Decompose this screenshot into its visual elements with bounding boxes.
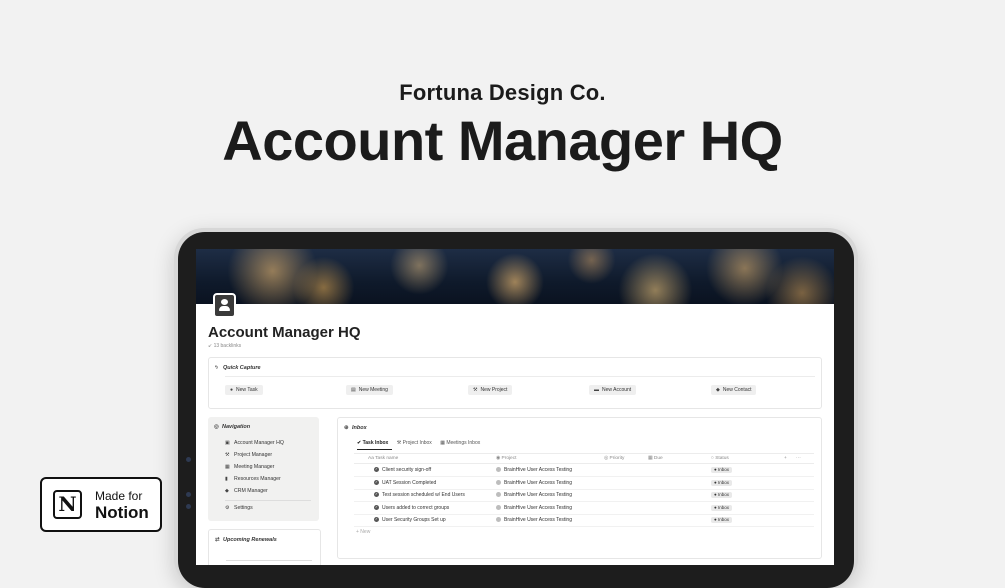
table-row[interactable]: ✓ Test session scheduled w/ End Users Bra… bbox=[354, 489, 814, 502]
camera-dot bbox=[186, 492, 191, 497]
made-for-notion-badge: N Made for Notion bbox=[40, 477, 162, 532]
badge-icon: ▣ bbox=[225, 440, 230, 446]
column-header[interactable]: ◎ Priority bbox=[604, 456, 624, 461]
notion-screen: Account Manager HQ ↙ 13 backlinks ϟ Quick… bbox=[196, 249, 834, 565]
lightning-icon: ϟ bbox=[215, 365, 218, 371]
camera-dot bbox=[186, 457, 191, 462]
new-project-button[interactable]: ⚒ New Project bbox=[468, 385, 513, 395]
add-column-icon[interactable]: + bbox=[784, 456, 787, 461]
column-header[interactable]: Aa Task name bbox=[368, 456, 398, 461]
new-task-button[interactable]: ● New Task bbox=[225, 385, 263, 395]
status-badge: ● Inbox bbox=[711, 492, 732, 498]
status-badge: ● Inbox bbox=[711, 517, 732, 523]
nav-item-settings[interactable]: ⚙ Settings bbox=[225, 505, 253, 511]
status-badge: ● Inbox bbox=[711, 505, 732, 511]
document-icon: ▤ bbox=[351, 387, 356, 393]
active-tab-underline bbox=[357, 449, 392, 450]
briefcase-icon: ▬ bbox=[594, 387, 599, 393]
column-header[interactable]: ○ Status bbox=[711, 456, 729, 461]
navigation-card: ◎ Navigation ▣ Account Manager HQ ⚒ Project… bbox=[208, 417, 319, 521]
page-title: Account Manager HQ bbox=[208, 324, 361, 341]
navigation-heading: ◎ Navigation bbox=[214, 424, 251, 430]
tab-project-inbox[interactable]: ⚒ Project Inbox bbox=[397, 440, 432, 446]
tab-task-inbox[interactable]: ✔ Task Inbox bbox=[357, 440, 388, 446]
divider bbox=[225, 500, 311, 501]
quick-capture-heading: ϟ Quick Capture bbox=[215, 365, 261, 371]
new-contact-button[interactable]: ◆ New Contact bbox=[711, 385, 757, 395]
table-row[interactable]: ✓ Client security sign-off BrainHive User… bbox=[354, 464, 814, 477]
hammer-icon: ⚒ bbox=[473, 387, 478, 393]
column-header[interactable]: ◉ Project bbox=[496, 456, 516, 461]
check-circle-icon: ✓ bbox=[374, 492, 379, 498]
notion-logo-icon: N bbox=[53, 490, 82, 519]
divider bbox=[226, 560, 312, 561]
project-icon bbox=[496, 505, 501, 511]
new-account-button[interactable]: ▬ New Account bbox=[589, 385, 637, 395]
status-badge: ● Inbox bbox=[711, 467, 732, 473]
quick-capture-card: ϟ Quick Capture ● New Task ▤ New Meeting ⚒ N… bbox=[208, 357, 822, 409]
check-circle-icon: ✓ bbox=[374, 480, 379, 486]
made-for-text: Made for bbox=[95, 489, 143, 503]
hero-subtitle: Fortuna Design Co. bbox=[399, 80, 606, 105]
page-avatar-icon[interactable] bbox=[213, 293, 236, 318]
compass-icon: ◎ bbox=[214, 424, 219, 430]
check-circle-icon: ● bbox=[230, 387, 234, 393]
nav-item-crm-manager[interactable]: ◆ CRM Manager bbox=[225, 488, 268, 494]
inbox-heading: ⊕ Inbox bbox=[344, 425, 367, 431]
cover-image bbox=[196, 249, 834, 304]
calendar-icon: ▦ bbox=[225, 464, 230, 470]
nav-item-account-manager-hq[interactable]: ▣ Account Manager HQ bbox=[225, 440, 284, 446]
hero-title: Account Manager HQ bbox=[222, 109, 783, 172]
backlinks-link[interactable]: ↙ 13 backlinks bbox=[208, 343, 241, 349]
nav-item-meeting-manager[interactable]: ▦ Meeting Manager bbox=[225, 464, 274, 470]
new-row-button[interactable]: + New bbox=[356, 529, 370, 535]
table-header: Aa Task name ◉ Project ◎ Priority ▦ Due … bbox=[354, 453, 814, 464]
status-badge: ● Inbox bbox=[711, 480, 732, 486]
hammer-icon: ⚒ bbox=[225, 452, 230, 458]
check-circle-icon: ✓ bbox=[374, 505, 379, 511]
notion-brand-text: Notion bbox=[95, 503, 149, 522]
new-meeting-button[interactable]: ▤ New Meeting bbox=[346, 385, 393, 395]
repeat-icon: ⇄ bbox=[215, 537, 220, 543]
inbox-tabs: ✔ Task Inbox ⚒ Project Inbox ▦ Meetings … bbox=[357, 440, 487, 446]
tab-meetings-inbox[interactable]: ▦ Meetings Inbox bbox=[440, 440, 480, 446]
nav-item-project-manager[interactable]: ⚒ Project Manager bbox=[225, 452, 272, 458]
tag-icon: ◆ bbox=[225, 488, 229, 494]
gear-icon: ⚙ bbox=[225, 505, 230, 511]
divider bbox=[225, 376, 815, 377]
bookmark-icon: ▮ bbox=[225, 476, 228, 482]
more-options-icon[interactable]: ··· bbox=[796, 456, 801, 461]
project-icon bbox=[496, 480, 501, 486]
check-circle-icon: ✓ bbox=[374, 517, 379, 523]
nav-item-resources-manager[interactable]: ▮ Resources Manager bbox=[225, 476, 281, 482]
camera-dot bbox=[186, 504, 191, 509]
check-circle-icon: ✓ bbox=[374, 467, 379, 473]
column-header[interactable]: ▦ Due bbox=[648, 456, 663, 461]
tag-icon: ◆ bbox=[716, 387, 720, 393]
project-icon bbox=[496, 467, 501, 473]
upcoming-renewals-card: ⇄ Upcoming Renewals bbox=[208, 529, 321, 565]
table-row[interactable]: ✓ User Security Groups Set up BrainHive U… bbox=[354, 514, 814, 527]
project-icon bbox=[496, 517, 501, 523]
globe-icon: ⊕ bbox=[344, 425, 349, 431]
project-icon bbox=[496, 492, 501, 498]
upcoming-renewals-heading: ⇄ Upcoming Renewals bbox=[215, 537, 277, 543]
